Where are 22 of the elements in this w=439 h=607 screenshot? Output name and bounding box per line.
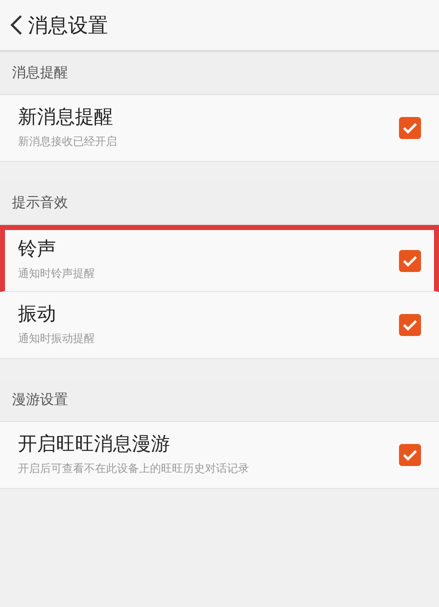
setting-title: 开启旺旺消息漫游 [18, 432, 171, 457]
check-icon [402, 254, 418, 266]
setting-description: 新消息接收已经开启 [18, 134, 117, 150]
setting-row[interactable]: 新消息提醒 新消息接收已经开启 [0, 95, 439, 162]
checkbox[interactable] [399, 117, 421, 139]
setting-description: 通知时振动提醒 [18, 330, 95, 347]
setting-title: 新消息提醒 [18, 106, 114, 130]
check-icon [402, 449, 418, 461]
page-title: 消息设置 [28, 12, 108, 39]
check-icon [402, 122, 418, 134]
setting-title: 铃声 [18, 238, 57, 262]
setting-title: 振动 [18, 302, 57, 327]
back-icon[interactable] [8, 13, 24, 37]
setting-description: 通知时铃声提醒 [18, 266, 95, 282]
check-icon [402, 319, 418, 331]
setting-row[interactable]: 开启旺旺消息漫游 开启后可查看不在此设备上的旺旺历史对话记录 [0, 422, 439, 489]
checkbox[interactable] [399, 250, 421, 272]
checkbox[interactable] [399, 314, 421, 336]
checkbox[interactable] [399, 444, 421, 466]
setting-row[interactable]: 振动 通知时振动提醒 [0, 292, 439, 359]
setting-row[interactable]: 铃声 通知时铃声提醒 [0, 225, 439, 292]
setting-description: 开启后可查看不在此设备上的旺旺历史对话记录 [18, 460, 249, 477]
